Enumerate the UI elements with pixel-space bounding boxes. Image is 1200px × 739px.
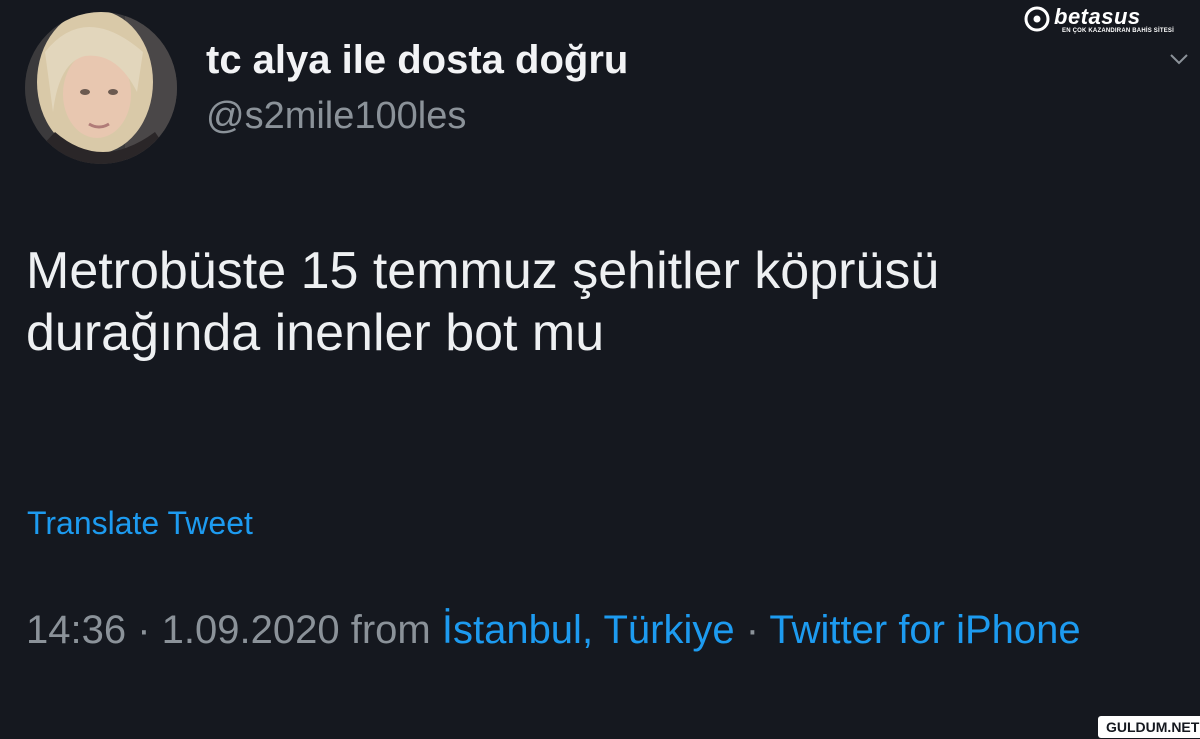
- betasus-watermark: betasus EN ÇOK KAZANDIRAN BAHİS SİTESİ: [1022, 4, 1174, 38]
- tweet-text-line: durağında inenler bot mu: [26, 304, 605, 363]
- client-link[interactable]: Twitter for iPhone: [769, 608, 1080, 652]
- tweet-date[interactable]: 1.09.2020: [162, 608, 340, 652]
- watermark-tagline: EN ÇOK KAZANDIRAN BAHİS SİTESİ: [1062, 28, 1175, 34]
- avatar-photo: [25, 12, 177, 164]
- watermark-brand: betasus: [1054, 4, 1141, 29]
- user-handle[interactable]: @s2mile100les: [206, 95, 466, 138]
- betasus-logo-icon: [1024, 6, 1050, 32]
- avatar[interactable]: [25, 12, 177, 164]
- display-name[interactable]: tc alya ile dosta doğru: [206, 38, 628, 83]
- tweet-text-line: Metrobüste 15 temmuz şehitler köprüsü: [26, 242, 940, 300]
- tweet-time[interactable]: 14:36: [26, 608, 126, 652]
- chevron-down-icon[interactable]: [1168, 50, 1190, 68]
- meta-separator: ·: [734, 608, 770, 652]
- location-link[interactable]: İstanbul, Türkiye: [442, 608, 735, 652]
- tweet-text: Metrobüste 15 temmuz şehitler köprüsü du…: [26, 240, 1176, 365]
- tweet-meta: 14:36 · 1.09.2020 from İstanbul, Türkiye…: [26, 600, 1166, 660]
- from-label: from: [339, 608, 442, 652]
- site-watermark: GULDUM.NET: [1098, 716, 1200, 738]
- translate-tweet-link[interactable]: Translate Tweet: [27, 505, 253, 542]
- meta-separator: ·: [126, 608, 162, 652]
